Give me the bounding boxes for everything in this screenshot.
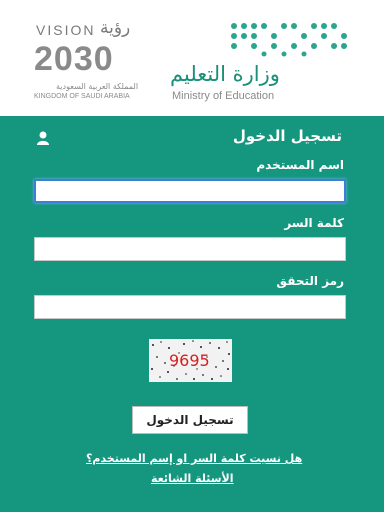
captcha-image: 9695 (149, 339, 232, 382)
login-panel: تسجيل الدخول اسم المستخدم كلمة السر رمز … (0, 116, 384, 512)
username-label: اسم المستخدم (256, 158, 344, 172)
header: VISION رؤية 2030 المملكة العربية السعودي… (0, 0, 384, 116)
ministry-dots-icon (231, 23, 347, 57)
ministry-name-english: Ministry of Education (172, 90, 275, 102)
password-input[interactable] (34, 237, 346, 261)
captcha-input[interactable] (34, 295, 346, 319)
user-icon (37, 130, 49, 149)
vision-word: VISION (36, 22, 96, 38)
captcha-label: رمز التحقق (276, 274, 344, 288)
login-title: تسجيل الدخول (232, 127, 342, 145)
vision-year: 2030 (34, 40, 114, 78)
kingdom-english: KINGDOM OF SAUDI ARABIA (34, 93, 130, 100)
vision-arabic: رؤية (100, 18, 131, 38)
faq-link[interactable]: الأسئلة الشائعة (151, 472, 234, 485)
password-label: كلمة السر (284, 216, 344, 230)
kingdom-arabic: المملكة العربية السعودية (56, 82, 139, 91)
username-input[interactable] (34, 179, 346, 203)
ministry-logo: وزارة التعليم Ministry of Education (168, 20, 358, 106)
login-submit-button[interactable]: تسجيل الدخول (132, 406, 248, 434)
ministry-name-arabic: وزارة التعليم (170, 62, 280, 86)
captcha-code: 9695 (169, 351, 210, 370)
forgot-password-link[interactable]: هل نسيت كلمة السر او إسم المستخدم؟ (86, 452, 302, 465)
